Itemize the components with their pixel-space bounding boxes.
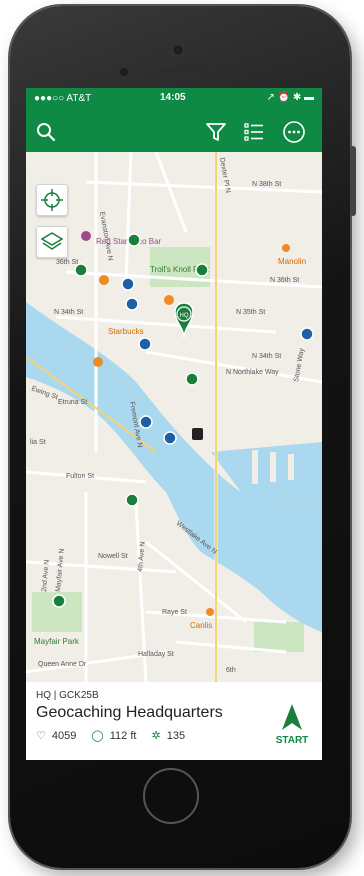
cache-name: Geocaching Headquarters (36, 704, 223, 721)
carrier-label: ●●●○○ AT&T (34, 93, 92, 104)
start-button[interactable]: START (272, 702, 312, 746)
map-view[interactable]: N 38th St N 36th St N 35th St N 34th St … (26, 152, 322, 682)
navigation-arrow-icon (282, 704, 302, 730)
unknown-cache-marker[interactable] (125, 297, 139, 311)
trackables-count: 135 (166, 730, 186, 742)
street-queen-anne: Queen Anne Dr (38, 661, 87, 668)
street-raye: Raye St (162, 609, 187, 616)
search-icon[interactable] (34, 120, 58, 144)
list-icon[interactable] (242, 120, 266, 144)
street-n35th: N 35th St (236, 309, 265, 316)
hq-pin-label: HQ (180, 313, 189, 319)
cache-stats: ♡ 4059 ◯ 112 ft ✲ 135 (36, 729, 197, 742)
poi-orange-marker (164, 295, 174, 305)
front-camera (174, 46, 182, 54)
proximity-sensor (120, 68, 128, 76)
traditional-cache-marker[interactable] (195, 263, 209, 277)
street-lia: lia St (30, 439, 46, 446)
street-halladay: Halladay St (138, 651, 174, 658)
poi-mayfair-park: Mayfair Park (34, 637, 80, 646)
top-toolbar (26, 110, 322, 152)
heart-icon: ♡ (36, 730, 46, 742)
street-sixth: 6th (226, 667, 236, 674)
map-layers-button[interactable] (36, 226, 68, 258)
status-icons: ↗ ⏰ ✱ ▬ (266, 92, 314, 103)
start-label: START (275, 735, 309, 746)
favorites-count: 4059 (51, 730, 77, 742)
street-36th-left: 36th St (56, 259, 78, 266)
status-bar: ●●●○○ AT&T 14:05 ↗ ⏰ ✱ ▬ (26, 88, 322, 110)
street-etruria: Etruria St (58, 399, 87, 406)
layers-icon (40, 232, 64, 250)
clock: 14:05 (160, 92, 186, 103)
favorites-stat: ♡ 4059 (36, 730, 82, 742)
poi-starbucks: Starbucks (108, 327, 144, 336)
street-n34th-left: N 34th St (54, 309, 83, 316)
street-n34th: N 34th St (252, 353, 281, 360)
traditional-cache-marker[interactable] (52, 594, 66, 608)
street-nowell: Nowell St (98, 553, 128, 560)
unknown-cache-marker[interactable] (138, 337, 152, 351)
poi-canlis: Canlis (190, 621, 212, 630)
park-misc (254, 622, 304, 652)
traditional-cache-marker[interactable] (185, 372, 199, 386)
distance-stat: ◯ 112 ft (91, 730, 142, 742)
locate-button[interactable] (36, 184, 68, 216)
street-n38th: N 38th St (252, 181, 281, 188)
poi-manolin: Manolin (278, 257, 306, 266)
poi-orange-marker (93, 357, 103, 367)
poi-orange-marker (282, 244, 290, 252)
street-fulton: Fulton St (66, 473, 94, 480)
trackables-stat: ✲ 135 (152, 730, 192, 742)
more-icon[interactable] (282, 120, 306, 144)
unknown-cache-marker[interactable] (121, 277, 135, 291)
crosshair-icon (41, 189, 63, 211)
home-button[interactable] (143, 768, 199, 824)
cache-code: HQ | GCK25B (36, 690, 99, 701)
parking-marker (192, 428, 203, 440)
traditional-cache-marker[interactable] (127, 233, 141, 247)
earpiece-speaker (160, 66, 212, 72)
app-screen: ●●●○○ AT&T 14:05 ↗ ⏰ ✱ ▬ N 38th St N 36t… (26, 88, 322, 760)
trackable-bug-icon: ✲ (151, 730, 161, 742)
filter-icon[interactable] (204, 120, 228, 144)
unknown-cache-marker[interactable] (139, 415, 153, 429)
unknown-cache-marker[interactable] (163, 431, 177, 445)
cache-detail-card[interactable]: HQ | GCK25B Geocaching Headquarters ♡ 405… (26, 682, 322, 760)
street-n36th: N 36th St (270, 277, 299, 284)
mail-marker[interactable] (300, 327, 314, 341)
distance-value: 112 ft (109, 730, 137, 742)
traditional-cache-marker[interactable] (74, 263, 88, 277)
poi-orange-marker (206, 608, 214, 616)
poi-purple-marker (81, 231, 91, 241)
poi-orange-marker (99, 275, 109, 285)
pin-outline-icon: ◯ (91, 730, 104, 742)
traditional-cache-marker[interactable] (125, 493, 139, 507)
street-northlake: N Northlake Way (226, 369, 279, 376)
